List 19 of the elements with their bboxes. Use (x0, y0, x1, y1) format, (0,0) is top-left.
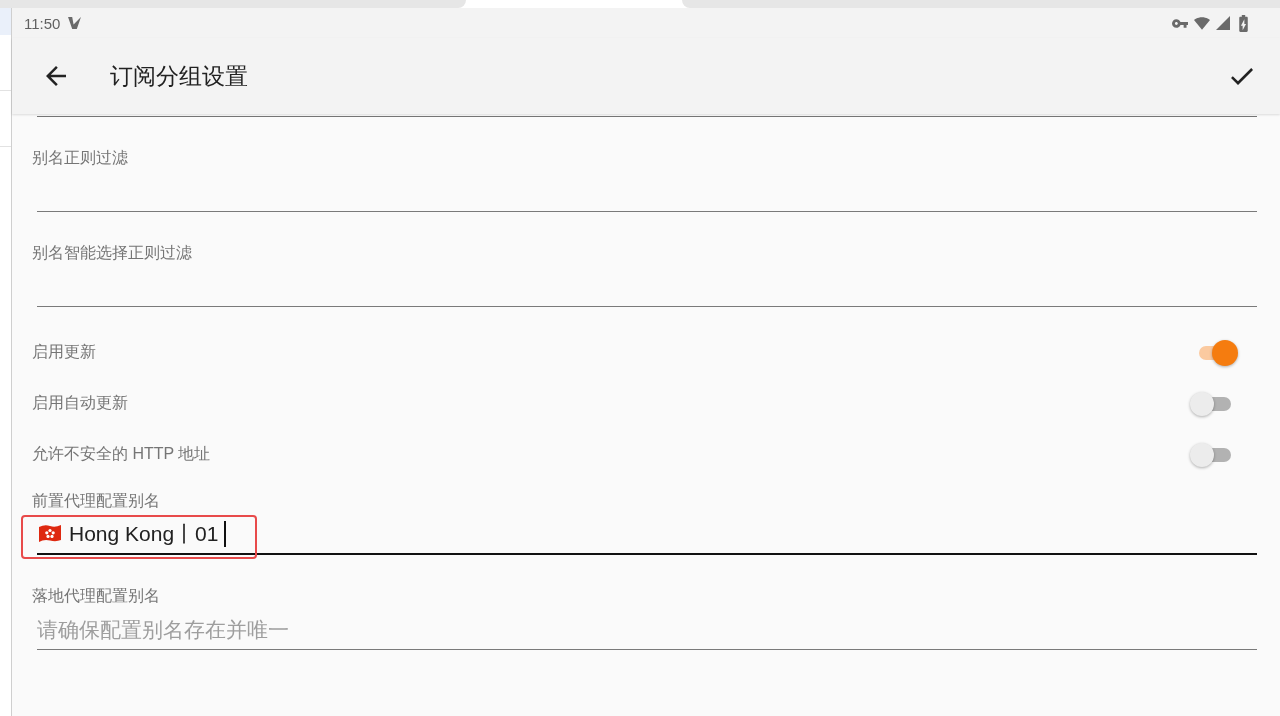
status-time: 11:50 (24, 14, 61, 32)
flag-icon (37, 524, 63, 544)
wifi-icon (1194, 16, 1210, 30)
switch-label: 启用自动更新 (32, 393, 128, 413)
screen-title: 订阅分组设置 (110, 62, 248, 91)
field-label: 别名智能选择正则过滤 (32, 243, 192, 263)
text-input-field[interactable]: Hong Kong丨01 (37, 511, 1257, 555)
switch-label: 允许不安全的 HTTP 地址 (32, 444, 211, 464)
key-icon (1172, 18, 1188, 28)
text-cursor-icon (224, 521, 227, 547)
switch-label: 启用更新 (32, 342, 96, 362)
battery-charging-icon (1239, 14, 1248, 32)
field-label: 别名正则过滤 (32, 148, 128, 168)
signal-icon (1216, 16, 1230, 30)
field-label: 前置代理配置别名 (32, 491, 160, 511)
v-shape-icon (68, 17, 82, 29)
back-arrow-icon (46, 66, 66, 86)
field-label: 落地代理配置别名 (32, 586, 160, 606)
check-icon (1231, 67, 1253, 85)
